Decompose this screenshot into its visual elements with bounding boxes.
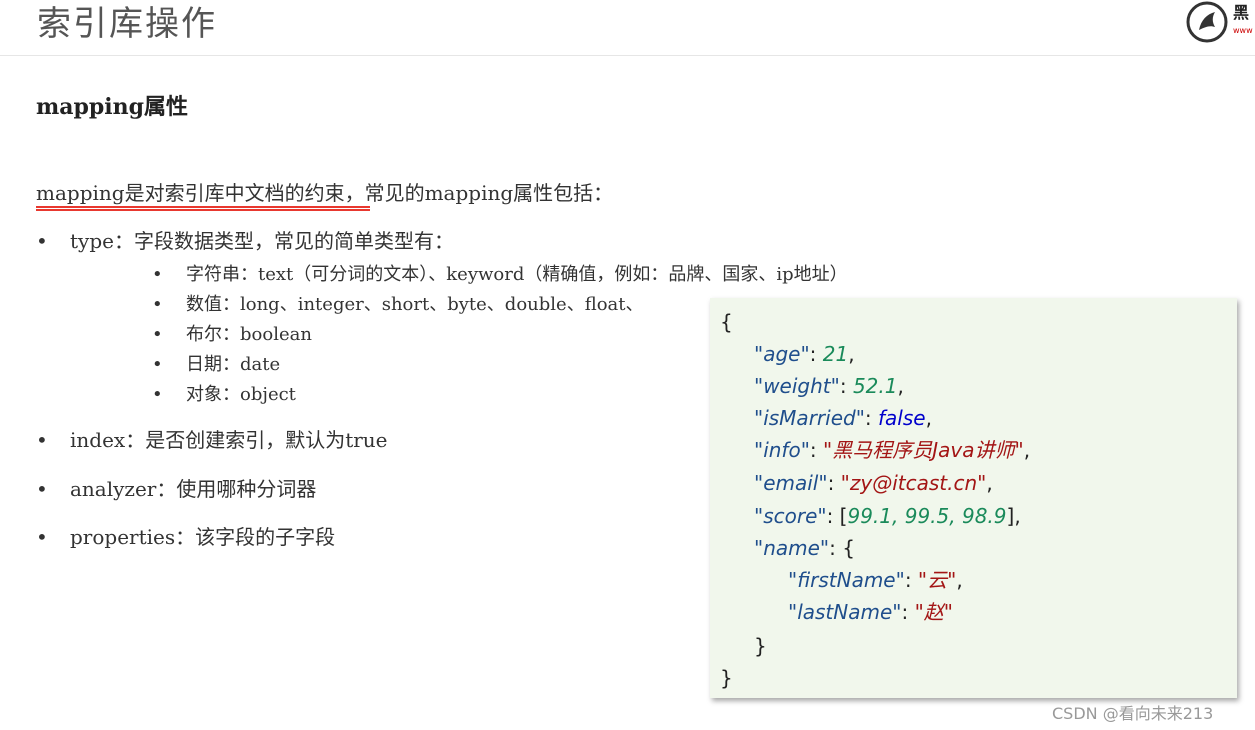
code-line: "age": 21, <box>754 342 855 366</box>
logo-url: www <box>1233 26 1253 35</box>
section-title: mapping属性 <box>36 94 189 120</box>
list-item-text: index：是否创建索引，默认为true <box>70 428 388 452</box>
json-key: "name" <box>754 536 830 560</box>
code-line: { <box>720 310 733 334</box>
code-line: "email": "zy@itcast.cn", <box>754 471 993 495</box>
bullet-dot: • <box>152 294 163 315</box>
bullet-dot: • <box>36 428 48 452</box>
code-line: "score": [99.1, 99.5, 98.9], <box>754 504 1021 528</box>
bullet-dot: • <box>36 477 48 501</box>
page-title: 索引库操作 <box>37 4 217 44</box>
bullet-dot: • <box>152 264 163 285</box>
sub-list-item-text: 对象：object <box>186 384 296 405</box>
logo-text: 黑 <box>1233 3 1250 22</box>
json-boolean: false <box>878 406 926 430</box>
json-string: "zy@itcast.cn" <box>840 471 987 495</box>
json-key: "weight" <box>754 374 840 398</box>
code-line: "name": { <box>754 536 855 560</box>
horse-logo-icon <box>1186 1 1228 43</box>
brand-logo: 黑 www <box>1185 0 1255 46</box>
list-item-analyzer: • analyzer：使用哪种分词器 <box>36 474 316 504</box>
json-number: 21 <box>822 342 849 366</box>
sub-list-item: • 日期：date <box>152 352 280 378</box>
code-line: "firstName": "云", <box>788 568 963 592</box>
json-number: 52.1 <box>852 374 898 398</box>
sub-list-item-text: 日期：date <box>186 354 281 375</box>
sub-list-item: • 字符串：text（可分词的文本）、keyword（精确值，例如：品牌、国家、i… <box>152 262 848 288</box>
bullet-dot: • <box>36 229 48 253</box>
red-underline <box>36 206 370 211</box>
list-item-properties: • properties：该字段的子字段 <box>36 522 335 552</box>
json-key: "lastName" <box>788 600 902 624</box>
slide-header: 索引库操作 黑 www <box>0 0 1255 56</box>
code-line: } <box>720 666 733 690</box>
list-item-text: type：字段数据类型，常见的简单类型有： <box>70 229 454 253</box>
sub-list-item-text: 数值：long、integer、short、byte、double、float、 <box>186 294 644 315</box>
sub-list-item-text: 布尔：boolean <box>186 324 312 345</box>
json-string: "云" <box>917 568 957 592</box>
sub-list-item: • 数值：long、integer、short、byte、double、float… <box>152 292 644 318</box>
json-key: "info" <box>754 438 810 462</box>
json-key: "firstName" <box>788 568 905 592</box>
watermark: CSDN @看向未来213 <box>1052 704 1214 723</box>
sub-list-item-text: 字符串：text（可分词的文本）、keyword（精确值，例如：品牌、国家、ip… <box>186 264 848 285</box>
code-line: } <box>754 634 767 658</box>
bullet-dot: • <box>36 525 48 549</box>
json-string: "赵" <box>914 600 953 624</box>
list-item-text: analyzer：使用哪种分词器 <box>70 477 317 501</box>
list-item-text: properties：该字段的子字段 <box>70 525 336 549</box>
sub-list-item: • 布尔：boolean <box>152 322 312 348</box>
json-key: "email" <box>754 471 828 495</box>
bullet-dot: • <box>152 384 163 405</box>
code-line: "isMarried": false, <box>754 406 932 430</box>
json-number-array: 99.1, 99.5, 98.9 <box>847 504 1007 528</box>
json-key: "isMarried" <box>754 406 865 430</box>
json-code-block: { "age": 21, "weight": 52.1, "isMarried"… <box>710 298 1237 698</box>
intro-text: mapping是对索引库中文档的约束，常见的mapping属性包括： <box>36 181 614 205</box>
sub-list-item: • 对象：object <box>152 382 296 408</box>
list-item-index: • index：是否创建索引，默认为true <box>36 425 388 455</box>
code-line: "weight": 52.1, <box>754 374 904 398</box>
bullet-dot: • <box>152 354 163 375</box>
code-line: "info": "黑马程序员Java讲师", <box>754 438 1031 462</box>
list-item-type: • type：字段数据类型，常见的简单类型有： <box>36 226 454 256</box>
json-key: "score" <box>754 504 827 528</box>
json-key: "age" <box>754 342 810 366</box>
code-line: "lastName": "赵" <box>788 600 953 624</box>
json-string: "黑马程序员Java讲师" <box>823 438 1024 462</box>
bullet-dot: • <box>152 324 163 345</box>
